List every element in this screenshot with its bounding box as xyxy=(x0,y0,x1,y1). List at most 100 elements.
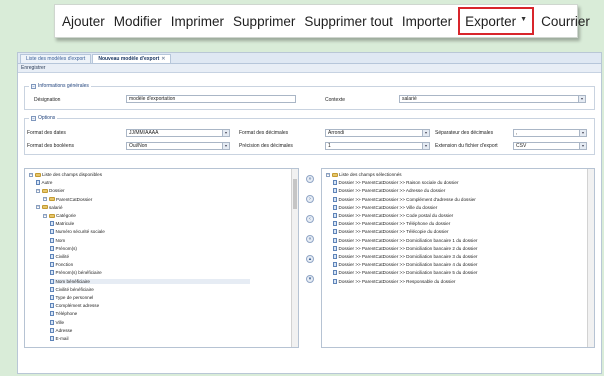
delete-all-button[interactable]: Supprimer tout xyxy=(304,14,393,29)
selected-field-row[interactable]: Dossier >> ParentCatDossier >> Adresse d… xyxy=(333,188,445,194)
tree-item-label: Ville xyxy=(55,319,65,325)
decimal-format-value: Arrondi xyxy=(328,130,345,136)
selected-field-row[interactable]: Dossier >> ParentCatDossier >> Domicilia… xyxy=(333,237,477,243)
save-button[interactable]: Enregistrer xyxy=(21,65,45,71)
selected-field-row[interactable]: Dossier >> ParentCatDossier >> Complémen… xyxy=(333,196,476,202)
available-field-row[interactable]: − Dossier xyxy=(36,188,65,193)
date-format-select[interactable]: JJ/MM/AAAA ▾ xyxy=(126,129,230,137)
decimal-separator-select[interactable]: , ▾ xyxy=(513,129,587,137)
selected-field-row[interactable]: Dossier >> ParentCatDossier >> Domicilia… xyxy=(333,262,478,268)
move-up-icon[interactable]: ▴ xyxy=(306,255,314,263)
add-button[interactable]: Ajouter xyxy=(62,14,105,29)
tree-item-label: Liste des champs sélectionnés xyxy=(339,172,402,177)
scrollbar-thumb[interactable] xyxy=(293,179,297,209)
available-field-row[interactable]: Civilité bénéficiaire xyxy=(50,286,94,292)
field-icon xyxy=(333,254,337,259)
dropdown-icon[interactable]: ▾ xyxy=(579,130,586,136)
expand-icon[interactable]: − xyxy=(36,205,40,210)
expand-icon[interactable]: − xyxy=(43,197,47,202)
delete-button[interactable]: Supprimer xyxy=(233,14,295,29)
tab-export-model-list[interactable]: Liste des modèles d'export xyxy=(20,54,92,63)
modify-button[interactable]: Modifier xyxy=(114,14,162,29)
move-all-left-icon[interactable]: « xyxy=(306,235,314,243)
selected-field-row[interactable]: Dossier >> ParentCatDossier >> Raison so… xyxy=(333,180,459,186)
export-model-window: Liste des modèles d'export Nouveau modèl… xyxy=(17,52,602,374)
available-field-row[interactable]: Fonction xyxy=(50,262,73,268)
selected-field-row[interactable]: Dossier >> ParentCatDossier >> Domicilia… xyxy=(333,245,477,251)
available-field-row[interactable]: Ville xyxy=(50,319,65,325)
available-field-row[interactable]: Type de personnel xyxy=(50,295,93,300)
field-icon xyxy=(50,262,54,268)
context-select[interactable]: salarié ▾ xyxy=(399,95,586,103)
available-field-row[interactable]: − ParentCatDossier xyxy=(43,197,92,202)
field-icon xyxy=(333,188,337,194)
tree-scrollbar[interactable] xyxy=(291,169,298,347)
available-field-row[interactable]: − Liste des champs disponibles xyxy=(29,172,102,177)
selected-field-row[interactable]: Dossier >> ParentCatDossier >> Télécopie… xyxy=(333,229,448,235)
field-icon xyxy=(333,229,337,235)
file-ext-select[interactable]: CSV ▾ xyxy=(513,142,587,150)
dropdown-icon[interactable]: ▾ xyxy=(222,130,229,136)
options-legend[interactable]: − Options xyxy=(29,115,58,121)
general-info-legend[interactable]: − Informations générales xyxy=(29,83,91,89)
collapse-icon[interactable]: − xyxy=(31,115,36,121)
selected-field-row[interactable]: Dossier >> ParentCatDossier >> Code post… xyxy=(333,213,453,218)
tree-item-label: Dossier >> ParentCatDossier >> Domicilia… xyxy=(338,262,478,268)
expand-icon[interactable]: − xyxy=(29,172,33,177)
dropdown-icon[interactable]: ▾ xyxy=(222,143,229,149)
tree-item-label: Nom xyxy=(55,237,66,243)
move-all-right-icon[interactable]: » xyxy=(306,175,314,183)
mail-button[interactable]: Courrier xyxy=(541,14,590,29)
dropdown-icon[interactable]: ▾ xyxy=(578,96,585,102)
available-field-row[interactable]: E-mail xyxy=(50,336,69,341)
dropdown-icon[interactable]: ▾ xyxy=(579,143,586,149)
expand-icon[interactable]: − xyxy=(36,188,40,193)
available-fields-tree[interactable]: − Liste des champs disponibles Autre − Dossi… xyxy=(24,168,299,348)
collapse-icon[interactable]: − xyxy=(31,83,36,89)
import-button[interactable]: Importer xyxy=(402,14,452,29)
available-field-row[interactable]: Complément adresse xyxy=(50,303,99,309)
field-icon xyxy=(50,221,54,227)
field-icon xyxy=(50,311,54,317)
available-field-row[interactable]: − Catégorie xyxy=(43,213,76,218)
available-field-row[interactable]: Numéro sécurité sociale xyxy=(50,229,105,235)
available-field-row[interactable]: Prénom(s) xyxy=(50,245,77,251)
selected-field-row[interactable]: Dossier >> ParentCatDossier >> Domicilia… xyxy=(333,254,477,259)
available-field-row[interactable]: Adresse xyxy=(50,327,72,333)
close-icon[interactable]: ✕ xyxy=(161,56,165,62)
available-field-row[interactable]: Nom bénéficiaire xyxy=(50,278,250,284)
tree-item-label: Matricule xyxy=(55,221,75,227)
selected-field-row[interactable]: Dossier >> ParentCatDossier >> Ville du … xyxy=(333,204,437,210)
expand-icon[interactable]: − xyxy=(43,213,47,218)
move-down-icon[interactable]: ▾ xyxy=(306,275,314,283)
expand-icon[interactable]: − xyxy=(326,172,330,177)
tree-scrollbar[interactable] xyxy=(587,169,594,347)
decimal-precision-value: 1 xyxy=(328,143,331,149)
dropdown-icon[interactable]: ▾ xyxy=(422,130,429,136)
print-button[interactable]: Imprimer xyxy=(171,14,224,29)
available-field-row[interactable]: Autre xyxy=(36,180,52,186)
dropdown-icon[interactable]: ▾ xyxy=(422,143,429,149)
selected-field-row[interactable]: − Liste des champs sélectionnés xyxy=(326,172,402,177)
tab-new-export-model[interactable]: Nouveau modèle d'export ✕ xyxy=(92,54,172,63)
designation-field[interactable]: modèle d'exportation xyxy=(126,95,296,103)
available-field-row[interactable]: Prénom(s) bénéficiaire xyxy=(50,270,102,276)
move-left-icon[interactable]: ‹ xyxy=(306,215,314,223)
selected-field-row[interactable]: Dossier >> ParentCatDossier >> Domicilia… xyxy=(333,270,477,276)
decimal-format-select[interactable]: Arrondi ▾ xyxy=(325,129,430,137)
selected-field-row[interactable]: Dossier >> ParentCatDossier >> Responsab… xyxy=(333,278,455,284)
available-field-row[interactable]: Matricule xyxy=(50,221,75,227)
available-field-row[interactable]: − salarié xyxy=(36,205,63,210)
file-ext-label: Extension du fichier d'export xyxy=(435,143,498,149)
available-field-row[interactable]: Téléphone xyxy=(50,311,77,317)
tree-item-label: Dossier >> ParentCatDossier >> Code post… xyxy=(338,213,454,218)
move-right-icon[interactable]: › xyxy=(306,195,314,203)
selected-field-row[interactable]: Dossier >> ParentCatDossier >> Téléphone… xyxy=(333,221,450,227)
available-field-row[interactable]: Civilité xyxy=(50,254,69,259)
available-field-row[interactable]: Nom xyxy=(50,237,66,243)
selected-fields-tree[interactable]: − Liste des champs sélectionnés Dossier >>… xyxy=(321,168,595,348)
bool-format-select[interactable]: Oui/Non ▾ xyxy=(126,142,230,150)
designation-label: Désignation xyxy=(34,97,61,103)
decimal-precision-select[interactable]: 1 ▾ xyxy=(325,142,430,150)
export-button[interactable]: Exporter ▼ xyxy=(458,7,535,35)
